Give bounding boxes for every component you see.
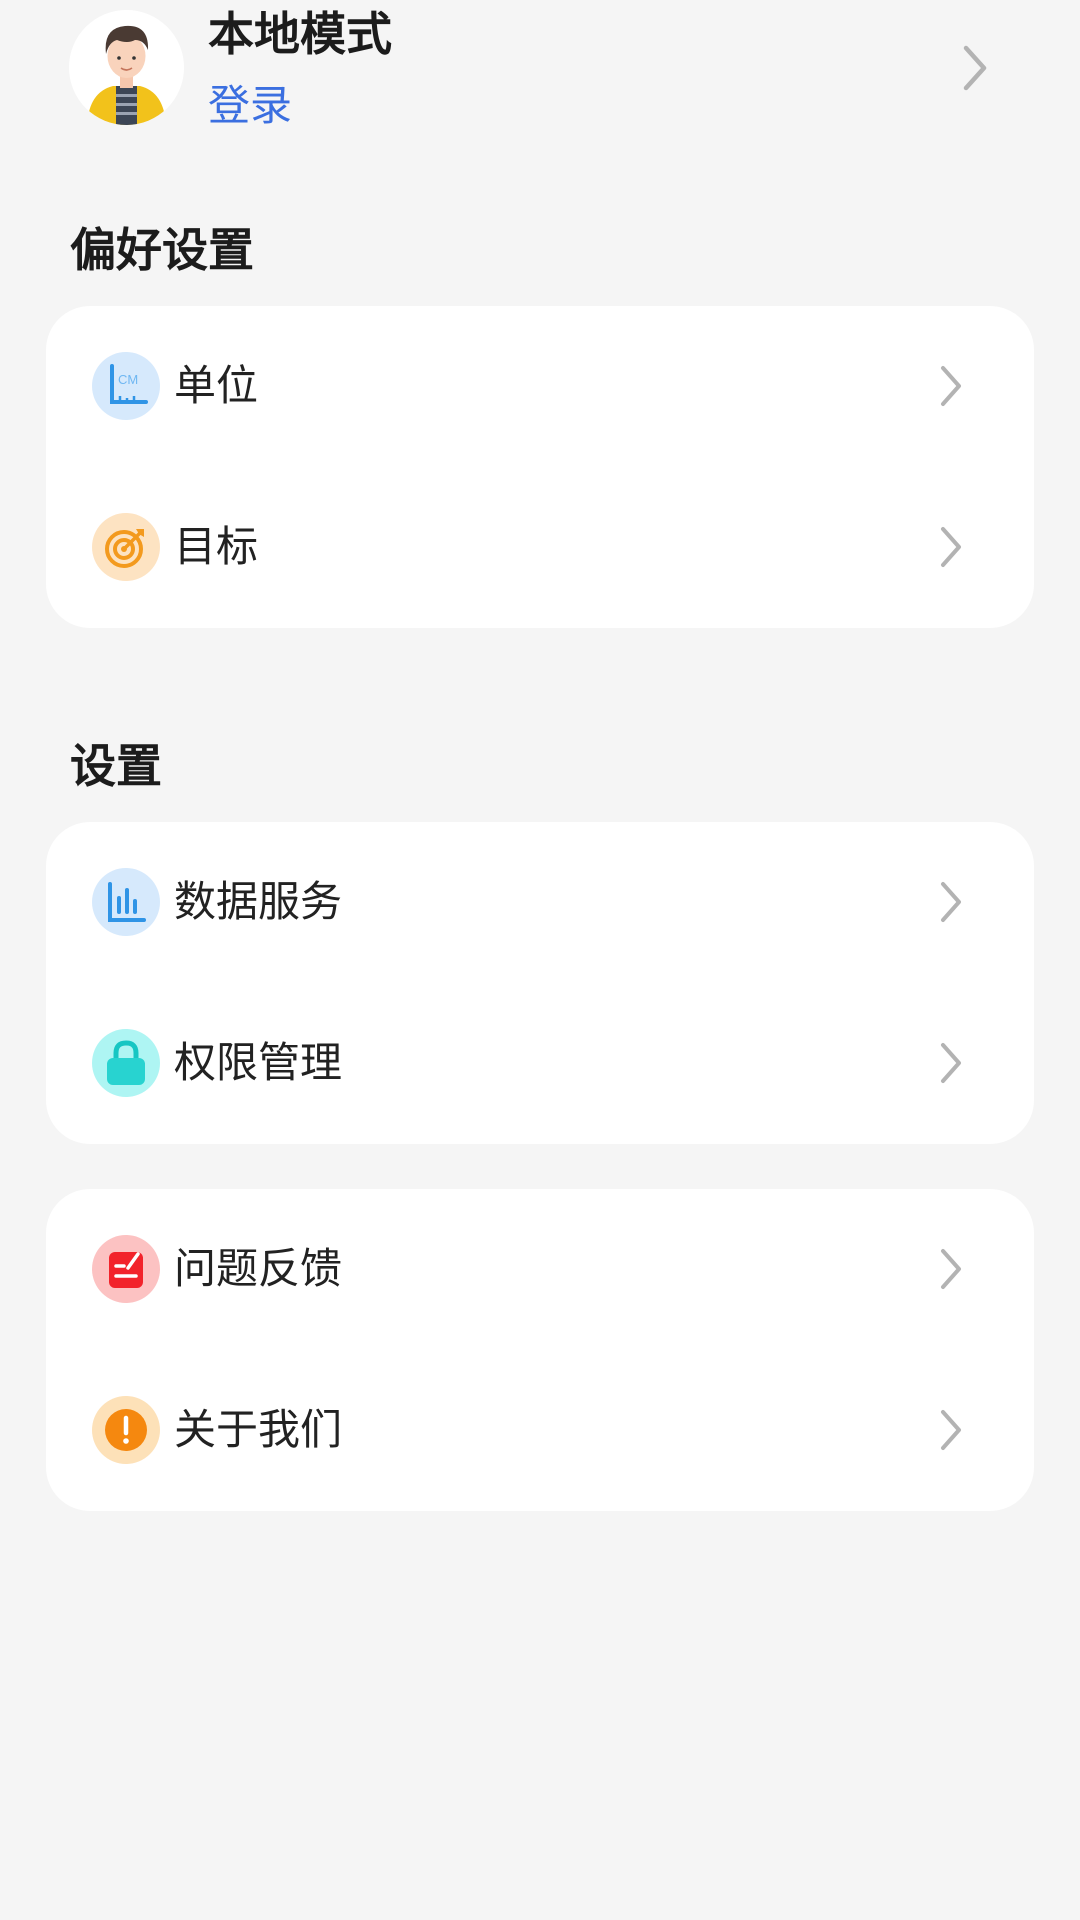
menu-item-label: 问题反馈 (174, 1244, 343, 1293)
chevron-right-icon (941, 1249, 961, 1289)
menu-item-permissions[interactable]: 权限管理 (46, 983, 1034, 1143)
menu-item-label: 权限管理 (174, 1038, 343, 1087)
svg-text:CM: CM (118, 372, 138, 387)
menu-item-label: 目标 (174, 522, 259, 571)
chevron-right-icon (941, 1043, 961, 1083)
section-title-preferences: 偏好设置 (70, 223, 254, 277)
menu-item-label: 关于我们 (174, 1405, 343, 1454)
menu-item-data-service[interactable]: 数据服务 (46, 822, 1034, 982)
settings-card: 数据服务 权限管理 (46, 822, 1034, 1144)
chevron-right-icon (941, 1410, 961, 1450)
menu-item-label: 单位 (174, 361, 259, 410)
menu-item-feedback[interactable]: 问题反馈 (46, 1189, 1034, 1349)
chevron-right-icon (941, 366, 961, 406)
menu-item-goal[interactable]: 目标 (46, 467, 1034, 627)
section-title-settings: 设置 (70, 739, 162, 793)
chevron-right-icon (941, 527, 961, 567)
menu-item-label: 数据服务 (174, 877, 343, 926)
menu-item-about[interactable]: 关于我们 (46, 1350, 1034, 1510)
menu-item-unit[interactable]: CM 单位 (46, 306, 1034, 466)
target-icon (92, 513, 160, 581)
chevron-right-icon (941, 882, 961, 922)
lock-icon (92, 1029, 160, 1097)
bar-chart-icon (92, 868, 160, 936)
ruler-cm-icon: CM (92, 352, 160, 420)
avatar-person-icon (69, 10, 184, 125)
chevron-right-icon[interactable] (960, 44, 990, 92)
login-link[interactable]: 登录 (208, 78, 292, 134)
profile-name: 本地模式 (208, 7, 392, 61)
avatar[interactable] (69, 10, 184, 125)
feedback-icon (92, 1235, 160, 1303)
misc-card: 问题反馈 关于我们 (46, 1189, 1034, 1511)
preferences-card: CM 单位 目标 (46, 306, 1034, 628)
profile-header[interactable]: 本地模式 登录 (0, 0, 1080, 140)
info-icon (92, 1396, 160, 1464)
